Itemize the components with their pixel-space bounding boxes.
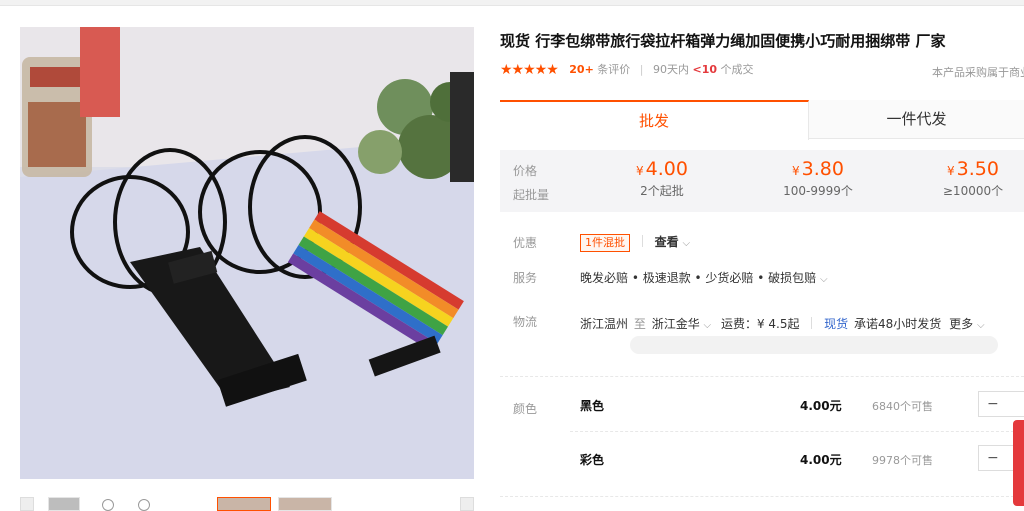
mixed-batch-badge: 1件混批 — [580, 234, 630, 252]
in-stock-tag: 现货 — [824, 317, 849, 331]
top-divider — [0, 0, 1024, 6]
logistics-label: 物流 — [513, 315, 538, 329]
tab-dropship[interactable]: 一件代发 — [809, 100, 1024, 138]
review-label[interactable]: 条评价 — [597, 63, 630, 76]
chevron-down-icon[interactable]: ⌵ — [683, 238, 691, 249]
thumbnail[interactable] — [278, 497, 332, 511]
price-tier-2: ¥3.80 100-9999个 — [758, 158, 878, 199]
thumb-next-arrow-icon[interactable] — [460, 497, 474, 511]
procurement-note: 本产品采购属于商业 — [932, 66, 1024, 79]
divider-line — [570, 431, 1024, 432]
purchase-tabs: 批发 一件代发 — [500, 100, 1024, 140]
price-label: 价格 — [513, 164, 538, 178]
rating-line: ★★★★★ 20+ 条评价 | 90天内 <10 个成交 — [500, 61, 754, 78]
service-text: 晚发必赔 • 极速退款 • 少货必赔 • 破损包赔 — [580, 271, 817, 285]
thumbnail-selected[interactable] — [217, 497, 271, 511]
sku-name[interactable]: 黑色 — [580, 397, 604, 414]
tier-price: 3.50 — [956, 158, 999, 180]
color-label: 颜色 — [513, 402, 538, 416]
currency-symbol: ¥ — [792, 164, 800, 178]
sku-name[interactable]: 彩色 — [580, 451, 604, 468]
tier-price: 3.80 — [801, 158, 844, 180]
currency-symbol: ¥ — [636, 164, 644, 178]
ship-promise: 承诺48小时发货 — [854, 317, 942, 331]
tier-price: 4.00 — [645, 158, 688, 180]
promo-row: 1件混批 查看 ⌵ — [580, 233, 690, 252]
logistics-row: 浙江温州 至 浙江金华 ⌵ 运费：¥ 4.5起 现货 承诺48小时发货 更多 ⌵ — [580, 315, 985, 332]
quantity-minus-button[interactable]: − — [978, 391, 1024, 417]
sku-price: 4.00元 — [800, 453, 842, 467]
product-main-image[interactable] — [20, 27, 474, 479]
tier-qty: 100-9999个 — [783, 184, 853, 198]
thumb-dot[interactable] — [102, 499, 114, 511]
star-rating-icon: ★★★★★ — [500, 62, 559, 78]
view-promo-link[interactable]: 查看 — [655, 235, 679, 249]
chevron-down-icon[interactable]: ⌵ — [820, 274, 828, 285]
price-tier-3: ¥3.50 ≥10000个 — [913, 158, 1024, 199]
sku-stock: 9978个可售 — [872, 454, 933, 467]
deal-count: <10 — [692, 63, 718, 76]
price-tier-1: ¥4.00 2个起批 — [602, 158, 722, 199]
ship-from: 浙江温州 — [580, 317, 629, 331]
shadow-bar — [630, 336, 998, 354]
more-link[interactable]: 更多 — [949, 317, 973, 331]
tier-qty: 2个起批 — [640, 184, 684, 198]
service-row[interactable]: 晚发必赔 • 极速退款 • 少货必赔 • 破损包赔 ⌵ — [580, 269, 828, 286]
sku-stock: 6840个可售 — [872, 400, 933, 413]
product-photo — [20, 27, 474, 479]
ship-to-select[interactable]: 浙江金华 — [652, 317, 700, 331]
period-label: 90天内 — [653, 63, 690, 76]
review-count[interactable]: 20+ — [569, 63, 594, 76]
divider — [641, 235, 643, 247]
floating-side-tab[interactable] — [1013, 420, 1024, 506]
divider-line — [500, 376, 1024, 377]
divider-line — [500, 496, 1024, 497]
tab-wholesale[interactable]: 批发 — [500, 100, 809, 140]
promo-label: 优惠 — [513, 236, 538, 250]
product-title: 现货 行李包绑带旅行袋拉杆箱弹力绳加固便携小巧耐用捆绑带 厂家 — [500, 32, 946, 50]
chevron-down-icon[interactable]: ⌵ — [977, 320, 985, 331]
price-box: 价格 起批量 ¥4.00 2个起批 ¥3.80 100-9999个 ¥3.50 … — [500, 150, 1024, 212]
divider: | — [639, 63, 644, 76]
thumbnail-strip — [20, 494, 474, 511]
deal-label: 个成交 — [720, 63, 754, 76]
thumb-dot[interactable] — [138, 499, 150, 511]
service-label: 服务 — [513, 271, 538, 285]
sku-price: 4.00元 — [800, 399, 842, 413]
moq-label: 起批量 — [513, 188, 550, 202]
thumb-prev-arrow-icon[interactable] — [20, 497, 34, 511]
tier-qty: ≥10000个 — [942, 184, 1004, 198]
to-word: 至 — [633, 317, 646, 331]
shipping-fee: 运费：¥ 4.5起 — [720, 317, 800, 331]
thumbnail-video[interactable] — [48, 497, 80, 511]
divider — [811, 317, 813, 329]
chevron-down-icon[interactable]: ⌵ — [704, 320, 712, 331]
currency-symbol: ¥ — [947, 164, 955, 178]
